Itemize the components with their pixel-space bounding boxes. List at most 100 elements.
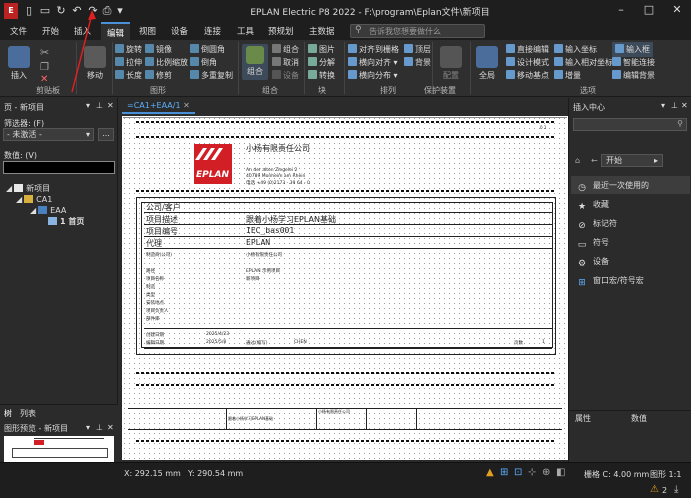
project-icon: [14, 184, 24, 192]
tree-label: CA1: [36, 195, 53, 204]
tree-item-eaa[interactable]: ◢ EAA: [30, 206, 66, 215]
ortho-icon[interactable]: ⊡: [514, 467, 522, 478]
breadcrumb[interactable]: 开始 ▸: [601, 154, 663, 167]
small-row-key: 安装地点: [146, 301, 164, 306]
tag-icon: ⊘: [578, 221, 586, 231]
warning-icon[interactable]: ⚠: [650, 484, 659, 495]
object-snap-icon[interactable]: ⊹: [528, 467, 536, 478]
created-value: 2025/4/23: [206, 332, 230, 337]
item-favorites[interactable]: ★ 收藏: [577, 199, 609, 212]
tab-close-icon[interactable]: ✕: [183, 101, 190, 110]
tree-label: EAA: [50, 206, 67, 215]
drawing-sheet[interactable]: 0 1 EPLAN 小杨有限责任公司 An der alten Ziegelei…: [122, 116, 568, 460]
item-label: 窗口宏/符号宏: [593, 276, 644, 285]
phone: 电话 +49 (0)2173 - 39 64 - 0: [246, 181, 310, 186]
insert-center-search[interactable]: ⚲: [573, 118, 687, 131]
document-area: =CA1+EAA/1 ✕ 0 1 EPLAN 小杨有限责任公司 An der a…: [118, 98, 568, 462]
preview-thumbnail: [4, 436, 114, 462]
pin-icon[interactable]: ⊥: [96, 423, 103, 432]
properties-tab[interactable]: 属性: [575, 413, 591, 424]
panel-dropdown-icon[interactable]: ▾: [86, 423, 90, 432]
graphic-preview-panel: 图形预览 - 新项目 ▾ ⊥ ✕: [0, 420, 118, 462]
frame-dash-top: [136, 121, 556, 123]
frame-dash-upper: [136, 136, 556, 138]
value-input[interactable]: [3, 161, 115, 174]
by-label: 通过(缩写): [246, 341, 268, 346]
small-row-key: 路径: [146, 269, 155, 274]
small-row-key: 制造商(公司): [146, 253, 173, 258]
item-symbols[interactable]: ▭ 符号: [577, 237, 609, 250]
logo-text: EPLAN: [196, 170, 229, 180]
frame-dash-mid: [136, 190, 556, 192]
filter-select[interactable]: - 未激活 - ▾: [3, 128, 94, 141]
download-icon[interactable]: ⤓: [674, 484, 678, 495]
clock-icon: ◷: [578, 183, 586, 193]
page-panel-title: 页 - 新项目: [4, 103, 44, 112]
item-label: 收藏: [593, 200, 609, 209]
document-tab[interactable]: =CA1+EAA/1 ✕: [122, 100, 195, 114]
field-value: EPLAN: [246, 238, 271, 247]
breadcrumb-label: 开始: [606, 156, 622, 165]
item-markers[interactable]: ⊘ 标记符: [577, 218, 617, 231]
pin-icon[interactable]: ⊥: [96, 101, 103, 110]
created-label: 创建日期: [146, 333, 164, 338]
tree-item-ca1[interactable]: ◢ CA1: [16, 195, 52, 204]
item-label: 最近一次使用的: [593, 181, 649, 190]
filter-value: - 未激活 -: [7, 130, 42, 139]
tab-list[interactable]: 列表: [20, 408, 36, 419]
by-value: CHEN: [294, 340, 307, 345]
tree-item-page-1[interactable]: 1 首页: [48, 216, 84, 227]
panel-dropdown-icon[interactable]: ▾: [86, 101, 90, 110]
item-devices[interactable]: ⚙ 设备: [577, 256, 609, 269]
macro-icon: ⊞: [578, 278, 586, 288]
small-row-key: 项目名称: [146, 277, 164, 282]
snap-icon[interactable]: ▲: [486, 467, 494, 478]
field-underline: [144, 212, 552, 213]
title-block-divider: [416, 408, 417, 430]
star-icon: ★: [577, 202, 587, 212]
small-row-value: EPLAN 示例项目: [246, 269, 281, 274]
tb-project-desc: 跟着小杨学习EPLAN基础: [228, 416, 273, 421]
pin-icon[interactable]: ⊥: [671, 101, 678, 110]
x-coordinate: X: 292.15 mm: [124, 469, 181, 478]
panel-close-icon[interactable]: ✕: [681, 101, 688, 110]
search-icon: ⚲: [677, 119, 683, 128]
tree-label: 1 首页: [60, 217, 85, 226]
tb-company: 小杨有限责任公司: [318, 409, 350, 414]
item-macros[interactable]: ⊞ 窗口宏/符号宏: [577, 275, 644, 288]
insert-center-panel: 插入中心 ▾ ⊥ ✕ ⚲ ⌂ ← 开始 ▸ ◷ 最近一次使用的 ★ 收藏 ⊘ 标记符 ▭…: [568, 98, 691, 462]
grid-toggle-icon[interactable]: ⊞: [500, 467, 508, 478]
crosshair-icon[interactable]: ⊕: [542, 467, 550, 478]
panel-close-icon[interactable]: ✕: [107, 423, 114, 432]
tree-item-project[interactable]: ◢ 新项目: [6, 183, 50, 194]
tab-tree[interactable]: 树: [4, 408, 12, 419]
back-icon[interactable]: ←: [591, 156, 598, 165]
field-underline: [144, 236, 552, 237]
panel-dropdown-icon[interactable]: ▾: [661, 101, 665, 110]
address-line-2: 40789 Monheim am Rhein: [246, 174, 306, 179]
date-row-line: [144, 328, 552, 329]
y-coordinate: Y: 290.54 mm: [188, 469, 244, 478]
panel-close-icon[interactable]: ✕: [107, 101, 114, 110]
item-recent[interactable]: ◷ 最近一次使用的: [577, 180, 649, 193]
edited-label: 编辑日期: [146, 341, 164, 346]
small-row-value: 小杨有限责任公司: [246, 253, 282, 258]
title-block-divider: [226, 408, 227, 430]
collapse-icon: ◢: [16, 195, 23, 204]
item-label: 标记符: [593, 219, 617, 228]
page-icon: [48, 217, 57, 225]
pages-value: 1: [542, 340, 545, 345]
layer-icon[interactable]: ◧: [556, 467, 565, 478]
small-row-key: 制造: [146, 285, 155, 290]
status-bar: X: 292.15 mm Y: 290.54 mm ▲ ⊞ ⊡ ⊹ ⊕ ◧ 栅格…: [0, 462, 691, 482]
project-info-box: [136, 197, 556, 355]
frame-dash-bottom: [136, 440, 556, 442]
edited-value: 2025/5/8: [206, 340, 227, 345]
location-icon: [38, 206, 48, 214]
filter-more-button[interactable]: ...: [98, 128, 114, 141]
preview-title: 图形预览 - 新项目: [4, 424, 68, 433]
date-row-line: [144, 348, 552, 349]
bottom-bar: ⚠ 2 ⤓: [0, 482, 691, 498]
home-icon[interactable]: ⌂: [575, 156, 580, 165]
values-tab[interactable]: 数值: [631, 413, 647, 424]
